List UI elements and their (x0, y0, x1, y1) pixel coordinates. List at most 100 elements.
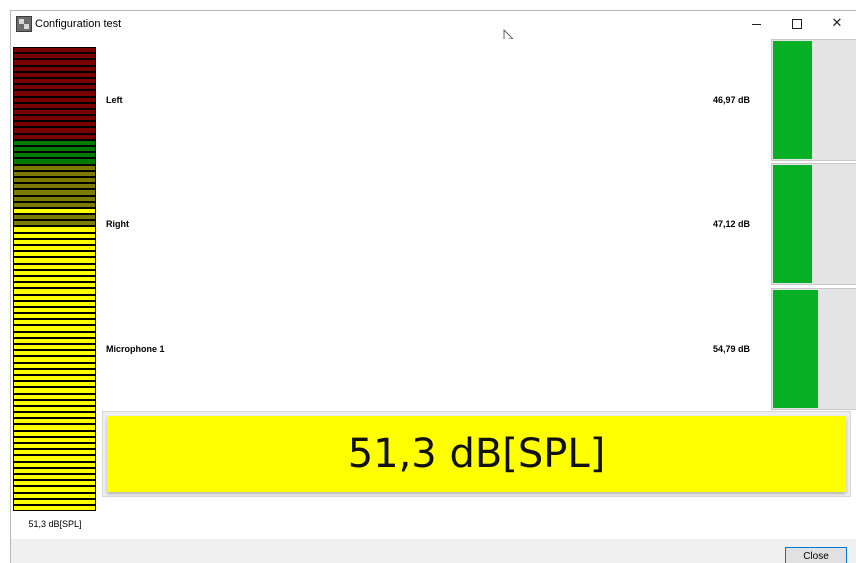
led-segment (14, 345, 95, 350)
led-segment (14, 419, 95, 424)
led-segment (14, 499, 95, 504)
level-fill (773, 165, 812, 283)
close-button[interactable]: Close (785, 547, 847, 563)
led-segment (14, 171, 95, 176)
channel-level-bar-right (771, 163, 856, 285)
spl-readout-panel: 51,3 dB[SPL] (102, 411, 851, 497)
led-segment (14, 400, 95, 405)
app-icon (16, 16, 32, 32)
led-segment (14, 153, 95, 158)
channel-value: 47,12 dB (712, 219, 750, 229)
close-window-button[interactable]: ✕ (817, 11, 856, 37)
led-segment (14, 91, 95, 96)
led-segment (14, 406, 95, 412)
spl-readout-value: 51,3 dB[SPL] (107, 416, 846, 492)
led-segment (14, 134, 95, 139)
led-segment (14, 493, 95, 498)
led-segment (14, 215, 95, 220)
led-segment (14, 332, 95, 337)
led-segment (14, 289, 95, 294)
led-segment (14, 233, 95, 238)
led-segment (14, 177, 95, 183)
led-segment (14, 276, 95, 282)
led-segment (14, 487, 95, 492)
led-segment (14, 369, 95, 374)
led-segment (14, 450, 95, 455)
led-segment (14, 227, 95, 232)
channel-value: 54,79 dB (712, 344, 750, 354)
led-segment (14, 468, 95, 473)
window-title: Configuration test (35, 18, 122, 30)
led-segment (14, 239, 95, 244)
led-segment (14, 307, 95, 313)
led-segment (14, 431, 95, 436)
led-segment (14, 196, 95, 201)
led-segment (14, 394, 95, 399)
channel-name: Microphone 1 (106, 344, 165, 354)
led-segment (14, 109, 95, 115)
close-icon: ✕ (831, 16, 843, 31)
led-segment (14, 48, 95, 53)
led-segment (14, 60, 95, 65)
minimize-button[interactable] (737, 11, 777, 37)
led-segment (14, 252, 95, 257)
level-fill (773, 290, 818, 408)
led-segment (14, 314, 95, 319)
led-segment (14, 375, 95, 381)
led-segment (14, 301, 95, 306)
led-segment (14, 165, 95, 170)
led-segment (14, 122, 95, 127)
led-segment (14, 116, 95, 121)
led-segment (14, 78, 95, 84)
led-segment (14, 190, 95, 195)
led-segment (14, 320, 95, 325)
led-segment (14, 140, 95, 145)
maximize-button[interactable] (777, 11, 817, 37)
channel-row-microphone-1: Microphone 1 54,79 dB (102, 288, 770, 412)
led-segment (14, 474, 95, 480)
led-segment (14, 159, 95, 164)
minimize-icon (752, 24, 761, 25)
led-segment (14, 388, 95, 393)
led-segment (14, 208, 95, 214)
channel-value: 46,97 dB (712, 95, 750, 105)
led-segment (14, 258, 95, 263)
channel-level-bar-microphone-1 (771, 288, 856, 410)
channel-row-right: Right 47,12 dB (102, 163, 770, 287)
led-segment (14, 264, 95, 269)
led-segment (14, 184, 95, 189)
led-segment (14, 66, 95, 71)
led-segment (14, 326, 95, 331)
led-segment (14, 85, 95, 90)
led-segment (14, 481, 95, 486)
client-area: 51,3 dB[SPL] Left 46,97 dB Right 47,12 d… (11, 39, 856, 539)
led-segment (14, 202, 95, 207)
channel-name: Right (106, 219, 129, 229)
led-segment (14, 363, 95, 368)
led-segment (14, 97, 95, 102)
led-segment (14, 382, 95, 387)
led-segment (14, 54, 95, 59)
led-segment (14, 505, 95, 511)
maximize-icon (792, 19, 802, 29)
led-segment (14, 413, 95, 418)
led-segment (14, 270, 95, 275)
led-segment (14, 128, 95, 133)
led-segment (14, 425, 95, 430)
button-bar: Close (11, 539, 856, 563)
configuration-test-window: Configuration test ✕ 51,3 dB[SPL] Left 4… (10, 10, 856, 563)
led-segment (14, 283, 95, 288)
title-bar[interactable]: Configuration test ✕ (11, 11, 856, 39)
channel-name: Left (106, 95, 123, 105)
led-segment (14, 357, 95, 362)
led-segment (14, 147, 95, 152)
led-segment (14, 437, 95, 442)
led-segment (14, 221, 95, 226)
led-segment (14, 456, 95, 461)
led-segment (14, 72, 95, 77)
led-segment (14, 444, 95, 449)
led-segment (14, 246, 95, 251)
led-segment (14, 338, 95, 343)
led-segment (14, 103, 95, 108)
led-segment (14, 351, 95, 356)
